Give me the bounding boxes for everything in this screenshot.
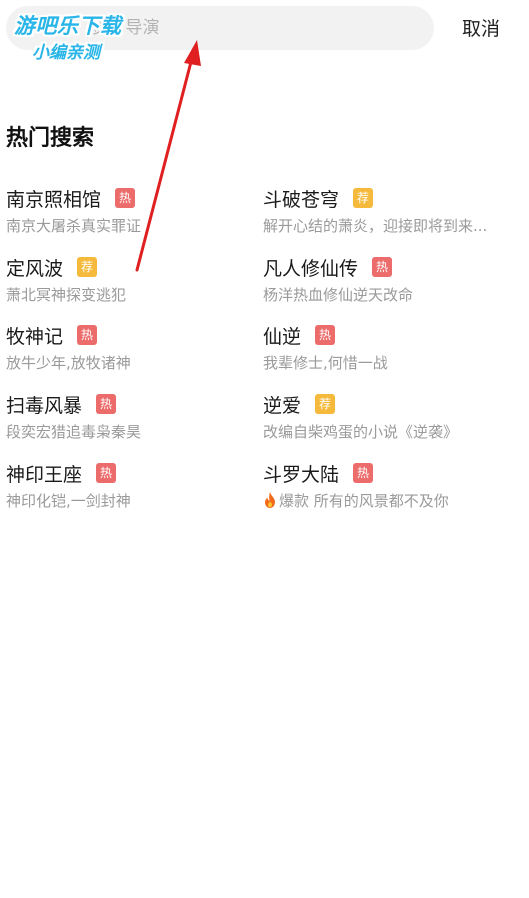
item-description: 神印化铠,一剑封神 — [6, 492, 131, 510]
watermark-line2: 小编亲测 — [32, 43, 100, 63]
fire-icon — [265, 492, 275, 508]
hot-search-item-9[interactable]: 神印王座 热 神印化铠,一剑封神 — [6, 459, 268, 519]
item-description: 段奕宏猎追毒枭秦昊 — [6, 423, 142, 441]
hot-search-item-1[interactable]: 南京照相馆 热 南京大屠杀真实罪证 — [6, 184, 268, 244]
hot-badge: 热 — [96, 394, 117, 414]
cancel-button[interactable]: 取消 — [462, 14, 500, 41]
item-title: 斗罗大陆 — [263, 463, 340, 486]
hot-search-item-4[interactable]: 凡人修仙传 热 杨洋热血修仙逆天改命 — [263, 253, 525, 313]
item-title: 南京照相馆 — [6, 188, 102, 211]
item-title: 逆爱 — [263, 394, 302, 417]
item-description: 改编自柴鸡蛋的小说《逆袭》 — [263, 423, 459, 441]
item-title: 神印王座 — [6, 463, 83, 486]
hot-search-title: 热门搜索 — [6, 126, 95, 151]
hot-search-item-2[interactable]: 斗破苍穹 荐 解开心结的萧炎，迎接即将到来... — [263, 184, 525, 244]
hot-badge: 热 — [77, 325, 98, 345]
item-title: 斗破苍穹 — [263, 188, 340, 211]
hot-badge: 热 — [353, 463, 374, 483]
hot-badge: 热 — [315, 325, 336, 345]
watermark-logo: 游吧乐下载 小编亲测 — [14, 10, 144, 64]
recommend-badge: 荐 — [353, 188, 374, 208]
item-title: 定风波 — [6, 257, 64, 280]
item-title: 仙逆 — [263, 325, 302, 348]
item-description: 我辈修士,何惜一战 — [263, 354, 388, 372]
item-description: 杨洋热血修仙逆天改命 — [263, 286, 414, 304]
hot-badge: 热 — [96, 463, 117, 483]
recommend-badge: 荐 — [77, 257, 98, 277]
hot-badge: 热 — [372, 257, 393, 277]
hot-search-item-10[interactable]: 斗罗大陆 热 爆款 所有的风景都不及你 — [263, 459, 525, 519]
item-description-text: 爆款 所有的风景都不及你 — [279, 492, 449, 510]
item-description: 放牛少年,放牧诸神 — [6, 354, 131, 372]
item-title: 牧神记 — [6, 325, 64, 348]
item-description: 解开心结的萧炎，迎接即将到来... — [263, 217, 488, 235]
hot-search-item-6[interactable]: 仙逆 热 我辈修士,何惜一战 — [263, 321, 525, 381]
recommend-badge: 荐 — [315, 394, 336, 414]
hot-search-item-3[interactable]: 定风波 荐 萧北冥神探变逃犯 — [6, 253, 268, 313]
item-description: 南京大屠杀真实罪证 — [6, 217, 142, 235]
hot-search-item-5[interactable]: 牧神记 热 放牛少年,放牧诸神 — [6, 321, 268, 381]
item-description: 萧北冥神探变逃犯 — [6, 286, 127, 304]
item-description: 爆款 所有的风景都不及你 — [263, 490, 525, 511]
hot-search-item-8[interactable]: 逆爱 荐 改编自柴鸡蛋的小说《逆袭》 — [263, 390, 525, 450]
hot-search-item-7[interactable]: 扫毒风暴 热 段奕宏猎追毒枭秦昊 — [6, 390, 268, 450]
hot-badge: 热 — [115, 188, 136, 208]
item-title: 凡人修仙传 — [263, 257, 359, 280]
watermark-line1: 游吧乐下载 — [14, 14, 122, 38]
item-title: 扫毒风暴 — [6, 394, 83, 417]
